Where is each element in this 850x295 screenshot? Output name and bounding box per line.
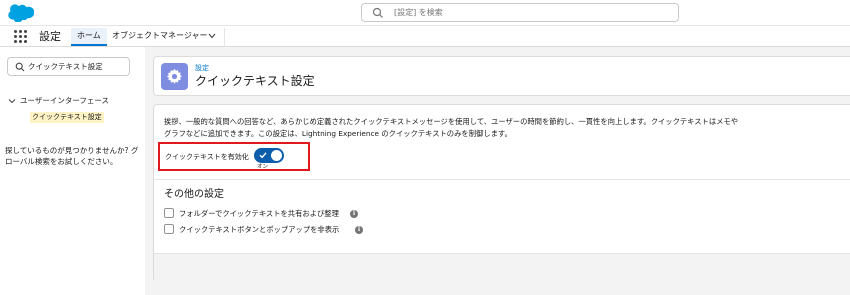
quick-text-description: 挨拶、一般的な質問への回答など、あらかじめ定義されたクイックテキストメッセージを… <box>164 117 739 138</box>
hide-button-popup-checkbox[interactable] <box>164 224 174 234</box>
page-title: クイックテキスト設定 <box>195 74 315 88</box>
enable-quick-text-setting: クイックテキストを有効化 オン <box>158 142 310 171</box>
share-in-folders-label: フォルダーでクイックテキストを共有および整理 <box>179 209 339 218</box>
tab-object-manager-label: オブジェクトマネージャー <box>112 31 208 40</box>
global-search-input[interactable]: [設定] を検索 <box>361 3 679 22</box>
card-footer <box>154 253 850 283</box>
share-in-folders-checkbox[interactable] <box>164 208 174 218</box>
search-placeholder: [設定] を検索 <box>394 8 443 17</box>
enable-quick-text-label: クイックテキストを有効化 <box>165 153 249 161</box>
breadcrumb: 設定 <box>195 64 209 72</box>
tree-item-user-interface-label: ユーザーインターフェース <box>20 96 110 105</box>
search-icon <box>15 62 25 72</box>
tab-object-manager[interactable]: オブジェクトマネージャー <box>108 28 225 46</box>
tree-item-quick-text-settings[interactable]: クイックテキスト設定 <box>30 112 104 123</box>
page-header: 設定 クイックテキスト設定 <box>153 56 850 96</box>
info-icon[interactable] <box>350 210 358 218</box>
divider <box>154 179 850 180</box>
setup-sidebar: クイックテキスト設定 ユーザーインターフェース クイックテキスト設定 探している… <box>0 47 145 295</box>
search-icon <box>372 7 383 18</box>
chevron-down-icon[interactable] <box>8 97 16 105</box>
toggle-knob <box>271 150 282 161</box>
chevron-down-icon[interactable] <box>208 33 216 39</box>
hide-button-popup-label: クイックテキストボタンとポップアップを非表示 <box>179 225 340 234</box>
settings-card: 挨拶、一般的な質問への回答など、あらかじめ定義されたクイックテキストメッセージを… <box>153 104 850 283</box>
global-header: [設定] を検索 <box>0 0 850 26</box>
setup-gear-icon <box>161 63 188 90</box>
other-settings-heading: その他の設定 <box>164 189 224 200</box>
salesforce-cloud-icon[interactable] <box>8 4 34 22</box>
app-launcher-icon[interactable] <box>14 30 27 43</box>
info-icon[interactable] <box>355 226 363 234</box>
tree-item-user-interface[interactable]: ユーザーインターフェース <box>8 96 109 106</box>
quick-find-input[interactable]: クイックテキスト設定 <box>7 57 130 76</box>
quick-find-value: クイックテキスト設定 <box>28 62 103 71</box>
enable-quick-text-toggle[interactable] <box>254 148 284 163</box>
toggle-state-label: オン <box>257 164 269 170</box>
app-title: 設定 <box>39 30 61 43</box>
check-icon <box>259 152 267 159</box>
tab-home[interactable]: ホーム <box>71 28 107 46</box>
app-nav-bar: 設定 ホーム オブジェクトマネージャー <box>0 26 850 47</box>
global-search-help-text: 探しているものが見つかりませんか? グローバル検索をお試しください。 <box>5 146 139 166</box>
